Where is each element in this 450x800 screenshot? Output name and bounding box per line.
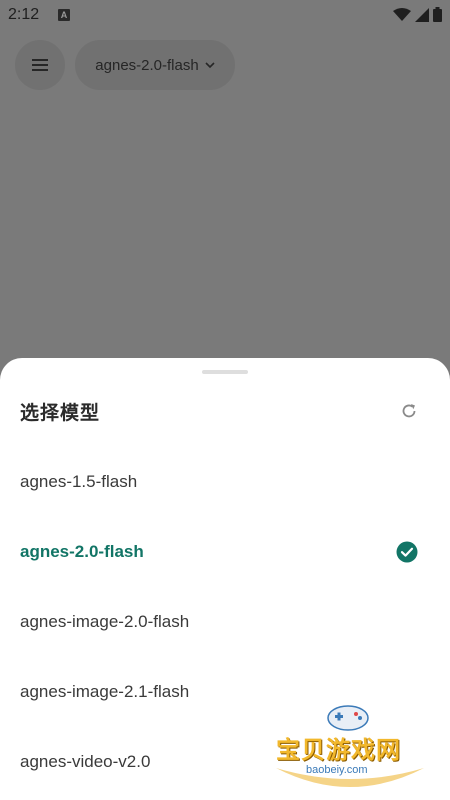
model-item[interactable]: agnes-1.5-flash: [0, 447, 450, 517]
sheet-title: 选择模型: [20, 403, 101, 424]
gamepad-icon: [327, 705, 369, 731]
model-chip-label: agnes-2.0-flash: [95, 56, 199, 74]
drag-handle[interactable]: [202, 370, 248, 374]
menu-button[interactable]: [15, 40, 65, 90]
watermark: 宝贝游戏网 baobeiy.com: [270, 700, 430, 800]
chevron-down-icon: [205, 62, 215, 69]
model-item-selected[interactable]: agnes-2.0-flash: [0, 517, 450, 587]
model-item-label: agnes-2.0-flash: [20, 542, 144, 561]
refresh-icon: [402, 404, 416, 418]
a-notification-icon: A: [58, 9, 70, 21]
status-bar: 2:12 A: [0, 0, 450, 32]
watermark-text: 宝贝游戏网: [276, 737, 401, 764]
menu-icon: [32, 59, 48, 71]
model-selector-chip[interactable]: agnes-2.0-flash: [75, 40, 235, 90]
model-item-label: agnes-video-v2.0: [20, 752, 151, 771]
model-item-label: agnes-image-2.1-flash: [20, 682, 190, 701]
model-item-label: agnes-image-2.0-flash: [20, 612, 190, 631]
battery-icon: [433, 7, 442, 22]
model-item[interactable]: agnes-image-2.0-flash: [0, 587, 450, 657]
refresh-button[interactable]: [396, 398, 422, 424]
model-item-label: agnes-1.5-flash: [20, 472, 138, 491]
check-circle-icon: [396, 541, 418, 563]
status-time: 2:12: [8, 6, 40, 23]
watermark-url: baobeiy.com: [306, 764, 368, 776]
wifi-icon: [393, 7, 411, 21]
signal-icon: [415, 7, 429, 22]
status-icons: [393, 7, 442, 22]
